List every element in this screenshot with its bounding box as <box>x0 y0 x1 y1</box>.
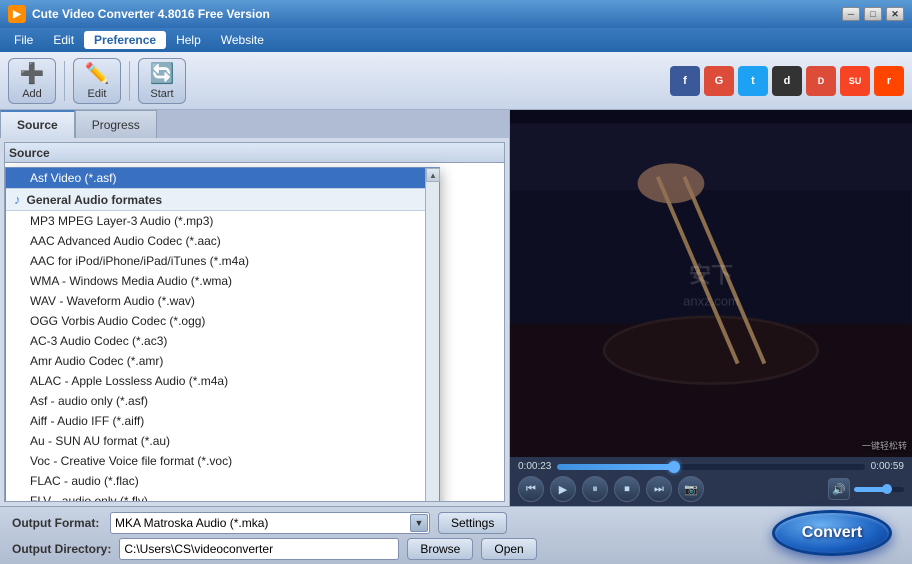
toolbar: ➕ Add ✏️ Edit 🔄 Start f G t d D SU r <box>0 52 912 110</box>
dropdown-item-9[interactable]: Asf - audio only (*.asf) <box>6 391 439 411</box>
dropdown-item-10[interactable]: Aiff - Audio IFF (*.aiff) <box>6 411 439 431</box>
dropdown-item-7[interactable]: Amr Audio Codec (*.amr) <box>6 351 439 371</box>
dropdown-item-0[interactable]: MP3 MPEG Layer-3 Audio (*.mp3) <box>6 211 439 231</box>
skip-forward-button[interactable]: ⏭ <box>646 476 672 502</box>
close-button[interactable]: ✕ <box>886 7 904 21</box>
delicious-icon[interactable]: d <box>772 66 802 96</box>
dropdown-item-2[interactable]: AAC for iPod/iPhone/iPad/iTunes (*.m4a) <box>6 251 439 271</box>
bottom-bar: Output Format: MKA Matroska Audio (*.mka… <box>0 506 912 564</box>
dropdown-item-4[interactable]: WAV - Waveform Audio (*.wav) <box>6 291 439 311</box>
window-title: Cute Video Converter 4.8016 Free Version <box>32 7 842 21</box>
social-icons: f G t d D SU r <box>670 66 904 96</box>
output-format-row: Output Format: MKA Matroska Audio (*.mka… <box>12 512 900 534</box>
start-button[interactable]: 🔄 Start <box>138 58 186 104</box>
directory-label: Output Directory: <box>12 542 111 556</box>
stop-button[interactable]: ⏹ <box>614 476 640 502</box>
dropdown-scrollbar[interactable]: ▲ ▼ <box>425 168 439 502</box>
stumbleupon-icon[interactable]: SU <box>840 66 870 96</box>
reddit-icon[interactable]: r <box>874 66 904 96</box>
dropdown-item-selected[interactable]: Asf Video (*.asf) <box>6 168 439 188</box>
volume-area: 🔊 <box>828 478 904 500</box>
video-controls: 0:00:23 0:00:59 ⏮ ▶ ⏸ ⏹ ⏭ 📷 🔊 <box>510 457 912 506</box>
tabs: Source Progress <box>0 110 509 138</box>
skip-back-button[interactable]: ⏮ <box>518 476 544 502</box>
tab-progress[interactable]: Progress <box>75 110 157 138</box>
dropdown-item-14[interactable]: FLV - audio only (*.flv) <box>6 491 439 502</box>
format-label: Output Format: <box>12 516 102 530</box>
minimize-button[interactable]: ─ <box>842 7 860 21</box>
dropdown-section-header: ♪ General Audio formates <box>6 188 439 211</box>
video-subtitle: 一键轻松转 <box>862 439 907 452</box>
video-preview: 安下 anxz.com 一键轻松转 <box>510 110 912 457</box>
window-controls: ─ □ ✕ <box>842 7 904 21</box>
output-dir-row: Output Directory: Browse Open <box>12 538 900 560</box>
google-icon[interactable]: G <box>704 66 734 96</box>
volume-icon[interactable]: 🔊 <box>828 478 850 500</box>
scroll-up-button[interactable]: ▲ <box>426 168 440 182</box>
edit-button[interactable]: ✏️ Edit <box>73 58 121 104</box>
pause-button[interactable]: ⏸ <box>582 476 608 502</box>
dropdown-item-6[interactable]: AC-3 Audio Codec (*.ac3) <box>6 331 439 351</box>
screenshot-button[interactable]: 📷 <box>678 476 704 502</box>
browse-button[interactable]: Browse <box>407 538 473 560</box>
format-dropdown[interactable]: Asf Video (*.asf) ♪ General Audio format… <box>5 167 440 502</box>
maximize-button[interactable]: □ <box>864 7 882 21</box>
control-buttons: ⏮ ▶ ⏸ ⏹ ⏭ 📷 🔊 <box>518 476 904 502</box>
left-panel: Source Progress Source D:\桌面\说明 Asf Vide… <box>0 110 510 506</box>
menu-help[interactable]: Help <box>166 31 211 49</box>
facebook-icon[interactable]: f <box>670 66 700 96</box>
add-icon: ➕ <box>20 61 45 86</box>
open-button[interactable]: Open <box>481 538 536 560</box>
progress-fill <box>557 464 674 470</box>
toolbar-separator-2 <box>129 61 130 101</box>
menu-edit[interactable]: Edit <box>43 31 84 49</box>
tab-source[interactable]: Source <box>0 110 75 138</box>
menu-file[interactable]: File <box>4 31 43 49</box>
title-bar: ▶ Cute Video Converter 4.8016 Free Versi… <box>0 0 912 28</box>
volume-thumb <box>882 484 892 494</box>
convert-label: Convert <box>802 524 862 542</box>
digg-icon[interactable]: D <box>806 66 836 96</box>
menu-preference[interactable]: Preference <box>84 31 166 49</box>
start-label: Start <box>150 88 173 100</box>
dropdown-item-3[interactable]: WMA - Windows Media Audio (*.wma) <box>6 271 439 291</box>
format-select-wrapper: MKA Matroska Audio (*.mka) ▼ <box>110 512 430 534</box>
toolbar-separator-1 <box>64 61 65 101</box>
twitter-icon[interactable]: t <box>738 66 768 96</box>
convert-button[interactable]: Convert <box>772 510 892 556</box>
main-area: Source Progress Source D:\桌面\说明 Asf Vide… <box>0 110 912 506</box>
dropdown-item-12[interactable]: Voc - Creative Voice file format (*.voc) <box>6 451 439 471</box>
start-icon: 🔄 <box>150 61 175 86</box>
note-icon: ♪ <box>14 192 21 207</box>
add-label: Add <box>22 88 42 100</box>
dropdown-item-13[interactable]: FLAC - audio (*.flac) <box>6 471 439 491</box>
file-list-area: Source D:\桌面\说明 Asf Video (*.asf) ♪ Gene… <box>4 142 505 502</box>
source-header-label: Source <box>9 146 50 160</box>
right-panel: 安下 anxz.com 一键轻松转 0:00:23 0:00:59 ⏮ ▶ ⏸ … <box>510 110 912 506</box>
volume-bar[interactable] <box>854 487 904 492</box>
progress-area: 0:00:23 0:00:59 <box>518 461 904 472</box>
current-time: 0:00:23 <box>518 461 551 472</box>
directory-input[interactable] <box>119 538 399 560</box>
format-select[interactable]: MKA Matroska Audio (*.mka) <box>110 512 430 534</box>
edit-label: Edit <box>88 88 107 100</box>
app-icon: ▶ <box>8 5 26 23</box>
settings-button[interactable]: Settings <box>438 512 507 534</box>
dropdown-item-1[interactable]: AAC Advanced Audio Codec (*.aac) <box>6 231 439 251</box>
dropdown-item-11[interactable]: Au - SUN AU format (*.au) <box>6 431 439 451</box>
progress-bar[interactable] <box>557 464 864 470</box>
file-list-header: Source <box>5 143 504 163</box>
progress-thumb <box>668 461 680 473</box>
menu-website[interactable]: Website <box>211 31 274 49</box>
add-button[interactable]: ➕ Add <box>8 58 56 104</box>
total-time: 0:00:59 <box>871 461 904 472</box>
video-frame-svg <box>510 110 912 457</box>
edit-icon: ✏️ <box>85 61 110 86</box>
play-button[interactable]: ▶ <box>550 476 576 502</box>
dropdown-item-5[interactable]: OGG Vorbis Audio Codec (*.ogg) <box>6 311 439 331</box>
video-image: 安下 anxz.com 一键轻松转 <box>510 110 912 457</box>
dropdown-item-8[interactable]: ALAC - Apple Lossless Audio (*.m4a) <box>6 371 439 391</box>
menu-bar: File Edit Preference Help Website <box>0 28 912 52</box>
section-header-label: General Audio formates <box>27 193 163 207</box>
